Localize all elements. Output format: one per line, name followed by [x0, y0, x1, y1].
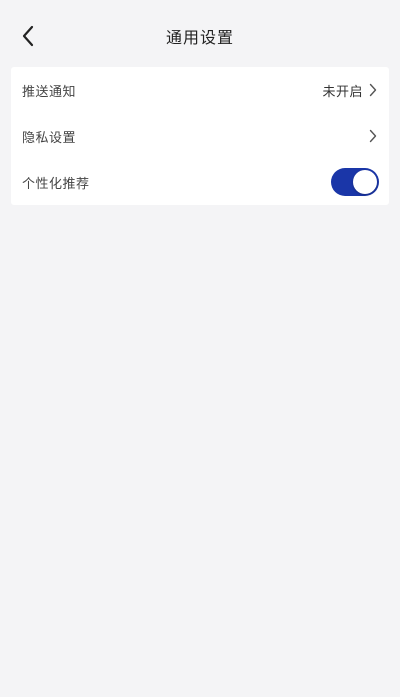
settings-item-label: 隐私设置 [22, 130, 77, 146]
settings-item-push-notification[interactable]: 推送通知 未开启 [11, 67, 389, 113]
settings-item-privacy[interactable]: 隐私设置 [11, 113, 389, 159]
settings-item-label: 推送通知 [22, 84, 77, 100]
settings-card: 推送通知 未开启 隐私设置 个性化推荐 [11, 67, 389, 205]
settings-item-label: 个性化推荐 [22, 176, 90, 192]
settings-item-value: 未开启 [322, 84, 363, 100]
chevron-right-icon [367, 129, 379, 143]
personalized-recommendation-toggle[interactable] [331, 168, 379, 196]
chevron-right-icon [367, 83, 379, 97]
nav-bar: 通用设置 [0, 0, 400, 70]
toggle-knob [353, 170, 377, 194]
settings-item-personalized-recommendation: 个性化推荐 [11, 159, 389, 205]
page-title: 通用设置 [165, 28, 234, 47]
